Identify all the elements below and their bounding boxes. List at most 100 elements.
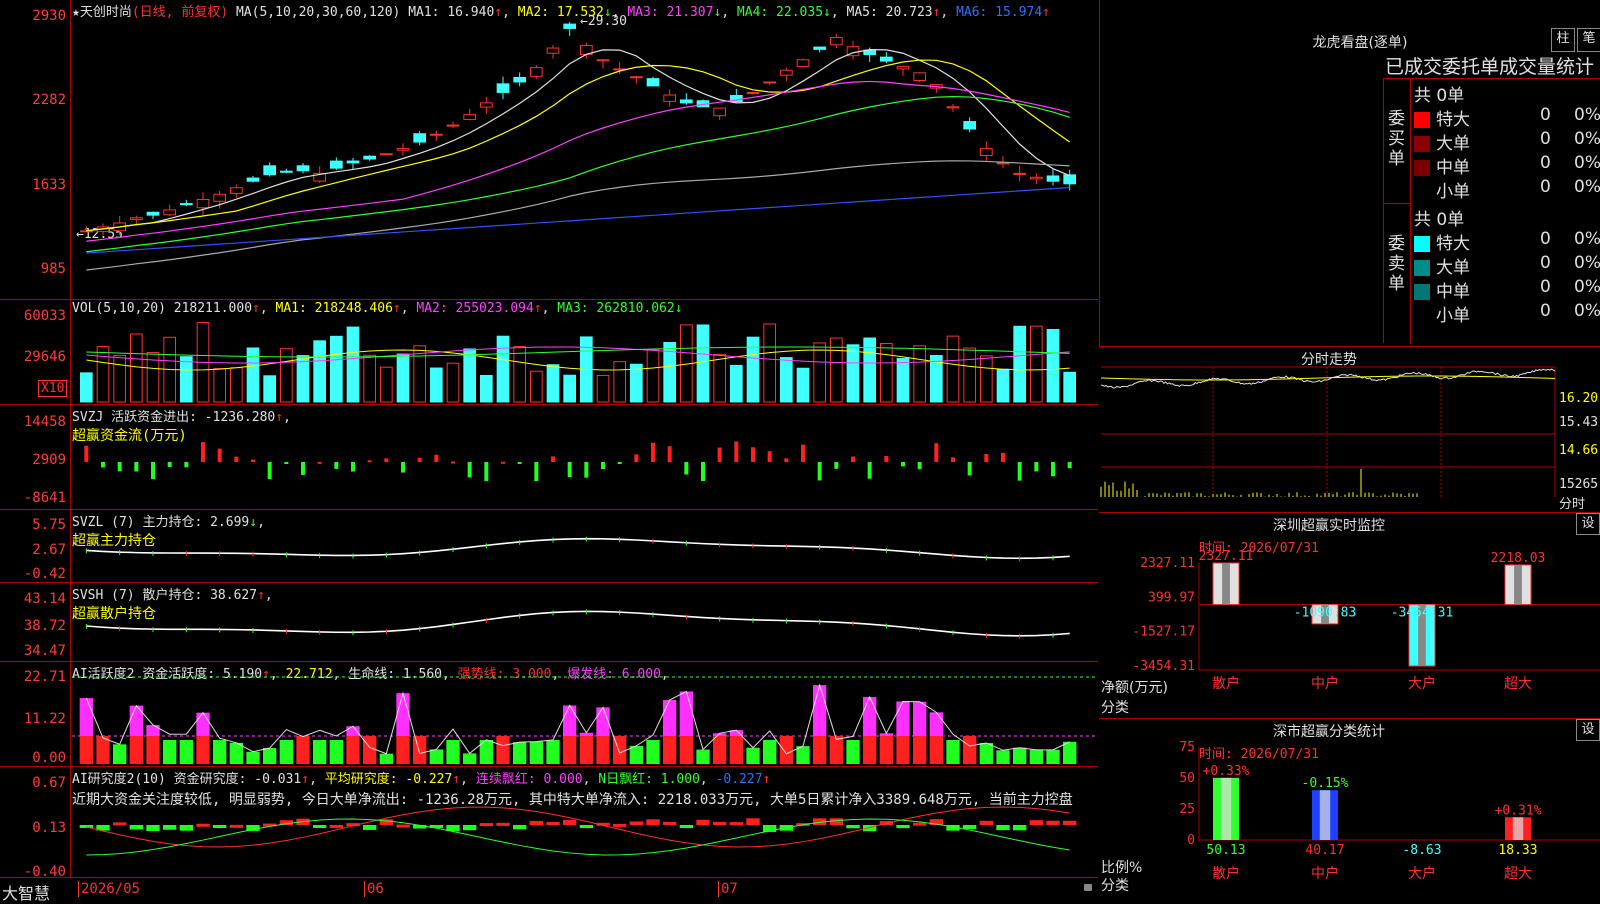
activity-bar: [379, 753, 393, 764]
activity-bar: [279, 740, 293, 764]
fund-flow-bar: [517, 462, 522, 464]
stats-value-label: 18.33: [1498, 843, 1537, 858]
activity-bar: [113, 744, 127, 764]
stats-section[interactable]: 深市超赢分类统计 设 时间: 2026/07/31 75 50 25 0 +0.33% 5…: [1099, 719, 1600, 900]
volume-bar: [596, 374, 610, 403]
candlestick-chart[interactable]: [0, 0, 1098, 299]
intraday-section[interactable]: 分时走势 16.20 15.43 14.66 15265 分时: [1099, 347, 1600, 513]
fenshi-ytick: 16.20: [1559, 391, 1599, 406]
research-bar: [146, 825, 160, 832]
fund-flow-bar: [367, 460, 372, 463]
research-bar: [163, 825, 177, 830]
fund-flow-bar: [651, 442, 655, 462]
ai-activity-pane[interactable]: 22.71 11.22 0.00 AI活跃度2 资金活跃度: 5.190↑, 2…: [0, 662, 1098, 767]
price-pane[interactable]: 2930 2282 1633 985 ★天创时尚(日线, 前复权) MA(5,1…: [0, 0, 1098, 300]
fund-flow-bar: [101, 462, 105, 468]
candle-body: [646, 78, 660, 87]
fund-flow-bar: [717, 447, 722, 462]
research-bar: [913, 822, 927, 826]
activity-bar: [529, 741, 543, 764]
research-bar: [496, 822, 510, 826]
fund-flow-bar: [567, 462, 572, 478]
activity-bar: [329, 740, 343, 764]
bar-mode-button[interactable]: 柱: [1551, 28, 1575, 52]
row-value: 0: [1540, 129, 1551, 149]
activity-bar-top: [596, 707, 610, 736]
activity-bar: [946, 740, 960, 764]
legend-swatch: [1414, 260, 1430, 276]
fund-flow-bar: [1034, 462, 1039, 472]
svzl-chart[interactable]: [0, 510, 1098, 582]
fund-flow-bar: [317, 461, 322, 464]
activity-bar: [1046, 749, 1060, 764]
fund-flow-bar: [934, 443, 939, 462]
activity-bar-bottom: [79, 736, 93, 764]
candle-body: [1030, 176, 1043, 180]
lhb-section: 龙虎看盘(逐单) 柱 笔 已成交委托单成交量统计 委买单 委卖单 共 0单 特大 0…: [1099, 0, 1600, 347]
fund-flow-bar: [884, 455, 889, 462]
volume-bar: [796, 367, 810, 403]
volume-chart[interactable]: [0, 300, 1098, 404]
research-bar: [113, 822, 127, 826]
research-bar: [829, 818, 843, 825]
holding-line: [86, 537, 1070, 560]
monitor-category: 中户: [1311, 675, 1339, 692]
candle-body: [596, 59, 610, 62]
monitor-bar-chart[interactable]: 2327.11 399.97 -1527.17 -3454.31 2327.11 散户 -1…: [1099, 513, 1600, 718]
stats-xlabel: 分类: [1101, 878, 1129, 894]
research-bar: [396, 824, 410, 828]
activity-bar: [979, 742, 993, 764]
intraday-chart[interactable]: [1099, 347, 1600, 512]
stats-bar-chart[interactable]: 75 50 25 0 +0.33% 50.13 散户 -0.15% 40.17 中户 -8.63 大户…: [1099, 719, 1600, 900]
volume-bar: [780, 357, 793, 403]
research-bar: [463, 825, 477, 831]
volume-bar: [230, 367, 243, 403]
activity-bar: [996, 750, 1010, 764]
row-name: 特大: [1436, 110, 1470, 130]
volume-pane[interactable]: 60033 29646 X10 VOL(5,10,20) 218211.000↑…: [0, 300, 1098, 405]
research-bar: [579, 825, 593, 828]
svsh-chart[interactable]: [0, 583, 1098, 661]
research-chart[interactable]: [0, 767, 1098, 877]
monitor-category: 大户: [1408, 675, 1436, 692]
candle-body: [446, 124, 460, 127]
activity-bar-bottom: [713, 736, 727, 764]
svzj-chart[interactable]: [0, 405, 1098, 509]
activity-bar: [696, 749, 710, 764]
candle-body: [913, 72, 926, 81]
monitor-section[interactable]: 深圳超赢实时监控 设 时间: 2026/07/31 2327.11 399.97-…: [1099, 513, 1600, 719]
row-pct: 0%: [1574, 105, 1600, 125]
candle-body: [980, 148, 993, 157]
activity-bar-top: [896, 701, 910, 736]
activity-bar-bottom: [129, 736, 143, 764]
svzj-pane[interactable]: 14458 2909 -8641 SVZJ 活跃资金进出: -1236.280↑…: [0, 405, 1098, 510]
research-bar: [996, 825, 1010, 831]
activity-bar-bottom: [196, 736, 210, 764]
tick-mode-button[interactable]: 笔: [1577, 28, 1600, 52]
research-bar: [963, 825, 977, 830]
stats-value-label: 50.13: [1206, 843, 1245, 858]
candle-body: [130, 217, 143, 220]
fund-flow-bar: [967, 462, 972, 476]
buy-row: 特大 0 0%: [1414, 105, 1600, 130]
volume-bar: [713, 353, 726, 403]
lhb-subtitle: 已成交委托单成交量统计: [1385, 56, 1595, 78]
lock-icon[interactable]: [1084, 884, 1092, 891]
sell-side-label: 委卖单: [1388, 234, 1405, 294]
research-pane[interactable]: 0.67 0.13 -0.40 AI研究度2(10) 资金研究度: -0.031…: [0, 767, 1098, 880]
activity-bar: [229, 742, 243, 764]
x-label: 07: [718, 881, 738, 897]
activity-bar-bottom: [563, 736, 577, 764]
stats-value-label: -8.63: [1402, 843, 1441, 858]
volume-bar: [363, 354, 377, 403]
activity-bar: [646, 740, 660, 764]
volume-bar: [980, 355, 993, 403]
fund-flow-bar: [584, 462, 589, 478]
research-bar: [479, 823, 493, 827]
activity-bar-bottom: [146, 736, 160, 764]
ai-activity-chart[interactable]: [0, 662, 1098, 766]
activity-bar: [246, 751, 260, 764]
svsh-pane[interactable]: 43.14 38.72 34.47 SVSH (7) 散户持仓: 38.627↑…: [0, 583, 1098, 662]
svzl-pane[interactable]: 5.75 2.67 -0.42 SVZL (7) 主力持仓: 2.699↓, 超…: [0, 510, 1098, 583]
buy-side-label: 委买单: [1388, 109, 1405, 169]
